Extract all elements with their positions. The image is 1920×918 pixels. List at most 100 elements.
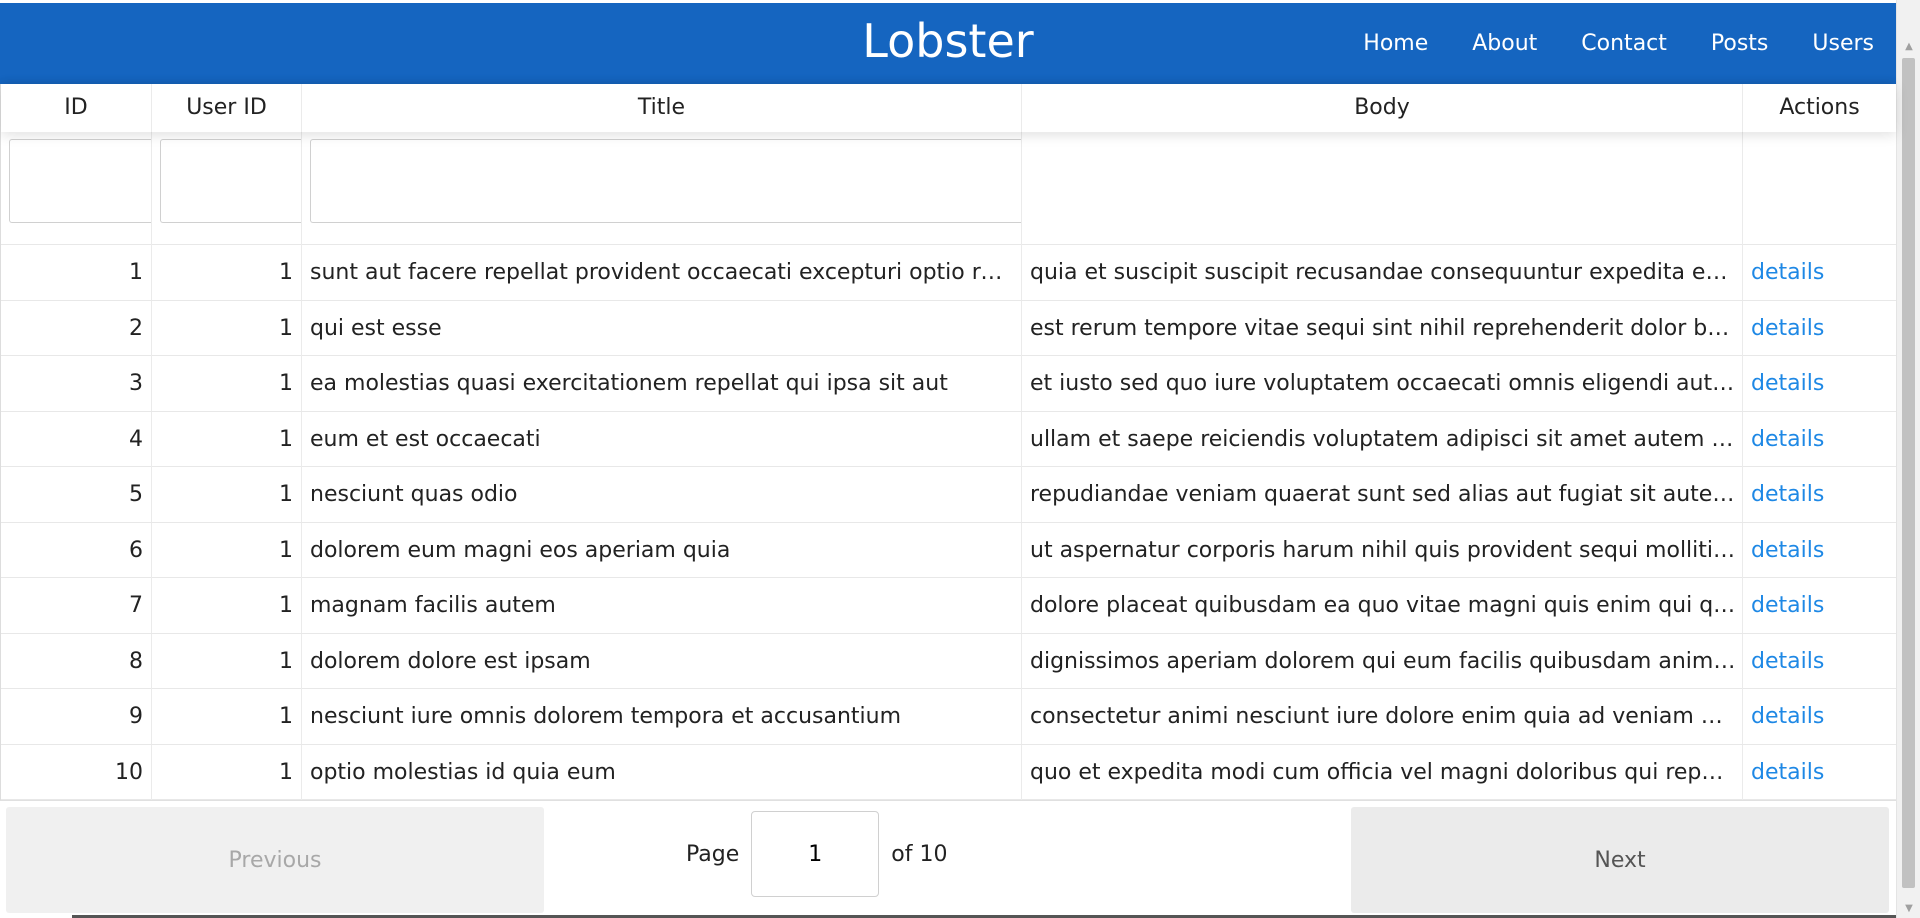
filter-cell-actions bbox=[1743, 132, 1896, 245]
cell-user-id: 1 bbox=[152, 300, 302, 356]
cell-body: repudiandae veniam quaerat sunt sed alia… bbox=[1022, 467, 1743, 522]
cell-actions: details bbox=[1743, 467, 1896, 522]
cell-user-id: 1 bbox=[152, 411, 302, 467]
cell-id: 4 bbox=[1, 411, 152, 467]
column-header-body[interactable]: Body bbox=[1022, 84, 1743, 132]
cell-title: dolorem eum magni eos aperiam quia bbox=[302, 522, 1022, 578]
id-filter-input[interactable] bbox=[9, 139, 151, 223]
table-header-row: ID User ID Title Body Actions bbox=[1, 84, 1896, 132]
cell-id: 1 bbox=[1, 245, 152, 300]
cell-id: 8 bbox=[1, 633, 152, 689]
column-header-title[interactable]: Title bbox=[302, 84, 1022, 132]
nav-home[interactable]: Home bbox=[1363, 31, 1428, 56]
cell-body: ut aspernatur corporis harum nihil quis … bbox=[1022, 522, 1743, 578]
total-pages-label: of 10 bbox=[891, 841, 948, 867]
cell-actions: details bbox=[1743, 356, 1896, 411]
cell-body: ullam et saepe reiciendis voluptatem adi… bbox=[1022, 411, 1743, 467]
scroll-down-arrow-icon[interactable]: ▼ bbox=[1897, 898, 1920, 918]
cell-title: ea molestias quasi exercitationem repell… bbox=[302, 356, 1022, 411]
cell-body: quo et expedita modi cum officia vel mag… bbox=[1022, 744, 1743, 800]
pagination-bar: Previous Page of 10 Next bbox=[0, 800, 1896, 918]
nav-about[interactable]: About bbox=[1472, 31, 1537, 56]
title-filter-input[interactable] bbox=[310, 139, 1021, 223]
cell-actions: details bbox=[1743, 578, 1896, 633]
filter-row bbox=[1, 132, 1896, 245]
page-indicator: Page of 10 bbox=[686, 811, 947, 897]
cell-title: qui est esse bbox=[302, 300, 1022, 356]
scrollbar-thumb[interactable] bbox=[1902, 58, 1915, 888]
details-link[interactable]: details bbox=[1751, 260, 1824, 285]
cell-title: sunt aut facere repellat provident occae… bbox=[302, 245, 1022, 300]
nav-posts[interactable]: Posts bbox=[1711, 31, 1769, 56]
cell-actions: details bbox=[1743, 634, 1896, 689]
table-row: 5 1 nesciunt quas odio repudiandae veniam q… bbox=[1, 467, 1896, 523]
cell-id: 7 bbox=[1, 578, 152, 633]
table-row: 8 1 dolorem dolore est ipsam dignissimos ap… bbox=[1, 633, 1896, 689]
details-link[interactable]: details bbox=[1751, 593, 1824, 618]
user-id-filter-input[interactable] bbox=[160, 139, 301, 223]
cell-title: dolorem dolore est ipsam bbox=[302, 633, 1022, 689]
cell-id: 9 bbox=[1, 689, 152, 744]
details-link[interactable]: details bbox=[1751, 427, 1824, 452]
top-header: Lobster Home About Contact Posts Users bbox=[0, 0, 1896, 84]
table-row: 4 1 eum et est occaecati ullam et saepe rei… bbox=[1, 411, 1896, 467]
cell-actions: details bbox=[1743, 745, 1896, 800]
cell-body: et iusto sed quo iure voluptatem occaeca… bbox=[1022, 356, 1743, 411]
details-link[interactable]: details bbox=[1751, 482, 1824, 507]
column-header-user-id[interactable]: User ID bbox=[152, 84, 302, 132]
cell-id: 6 bbox=[1, 522, 152, 578]
scroll-up-arrow-icon[interactable]: ▲ bbox=[1897, 36, 1920, 56]
cell-title: nesciunt quas odio bbox=[302, 467, 1022, 522]
details-link[interactable]: details bbox=[1751, 371, 1824, 396]
page-number-input[interactable] bbox=[751, 811, 880, 897]
filter-cell-id bbox=[1, 132, 152, 245]
cell-user-id: 1 bbox=[152, 467, 302, 522]
cell-actions: details bbox=[1743, 689, 1896, 744]
table-row: 1 1 sunt aut facere repellat provident occ… bbox=[1, 245, 1896, 301]
filter-cell-body bbox=[1022, 132, 1743, 245]
table-row: 7 1 magnam facilis autem dolore placeat qui… bbox=[1, 578, 1896, 634]
nav-contact[interactable]: Contact bbox=[1581, 31, 1667, 56]
filter-cell-user-id bbox=[152, 132, 302, 245]
cell-actions: details bbox=[1743, 245, 1896, 300]
cell-actions: details bbox=[1743, 523, 1896, 578]
next-button[interactable]: Next bbox=[1351, 807, 1889, 913]
cell-user-id: 1 bbox=[152, 356, 302, 411]
column-header-actions: Actions bbox=[1779, 95, 1860, 120]
cell-user-id: 1 bbox=[152, 245, 302, 300]
cell-title: nesciunt iure omnis dolorem tempora et a… bbox=[302, 689, 1022, 744]
cell-user-id: 1 bbox=[152, 578, 302, 633]
cell-title: eum et est occaecati bbox=[302, 411, 1022, 467]
cell-user-id: 1 bbox=[152, 633, 302, 689]
cell-actions: details bbox=[1743, 301, 1896, 356]
cell-user-id: 1 bbox=[152, 522, 302, 578]
cell-user-id: 1 bbox=[152, 744, 302, 800]
cell-actions: details bbox=[1743, 412, 1896, 467]
table-body: 1 1 sunt aut facere repellat provident occ… bbox=[1, 245, 1896, 800]
details-link[interactable]: details bbox=[1751, 316, 1824, 341]
cell-title: optio molestias id quia eum bbox=[302, 744, 1022, 800]
cell-id: 3 bbox=[1, 356, 152, 411]
cell-id: 5 bbox=[1, 467, 152, 522]
cell-body: est rerum tempore vitae sequi sint nihil… bbox=[1022, 300, 1743, 356]
cell-body: consectetur animi nesciunt iure dolore e… bbox=[1022, 689, 1743, 744]
cell-body: quia et suscipit suscipit recusandae con… bbox=[1022, 245, 1743, 300]
cell-id: 10 bbox=[1, 744, 152, 800]
nav-users[interactable]: Users bbox=[1812, 31, 1874, 56]
page-label: Page bbox=[686, 841, 740, 867]
table-row: 2 1 qui est esse est rerum tempore vitae se… bbox=[1, 300, 1896, 356]
details-link[interactable]: details bbox=[1751, 649, 1824, 674]
table-row: 3 1 ea molestias quasi exercitationem repe… bbox=[1, 356, 1896, 412]
table-row: 6 1 dolorem eum magni eos aperiam quia ut a… bbox=[1, 522, 1896, 578]
posts-table: ID User ID Title Body Actions 1 1 sunt aut… bbox=[0, 84, 1896, 800]
previous-button[interactable]: Previous bbox=[6, 807, 544, 913]
vertical-scrollbar[interactable]: ▲ ▼ bbox=[1896, 0, 1920, 918]
cell-body: dolore placeat quibusdam ea quo vitae ma… bbox=[1022, 578, 1743, 633]
table-row: 10 1 optio molestias id quia eum quo et exp… bbox=[1, 744, 1896, 800]
details-link[interactable]: details bbox=[1751, 760, 1824, 785]
details-link[interactable]: details bbox=[1751, 704, 1824, 729]
details-link[interactable]: details bbox=[1751, 538, 1824, 563]
cell-title: magnam facilis autem bbox=[302, 578, 1022, 633]
column-header-id[interactable]: ID bbox=[1, 84, 152, 132]
cell-body: dignissimos aperiam dolorem qui eum faci… bbox=[1022, 633, 1743, 689]
